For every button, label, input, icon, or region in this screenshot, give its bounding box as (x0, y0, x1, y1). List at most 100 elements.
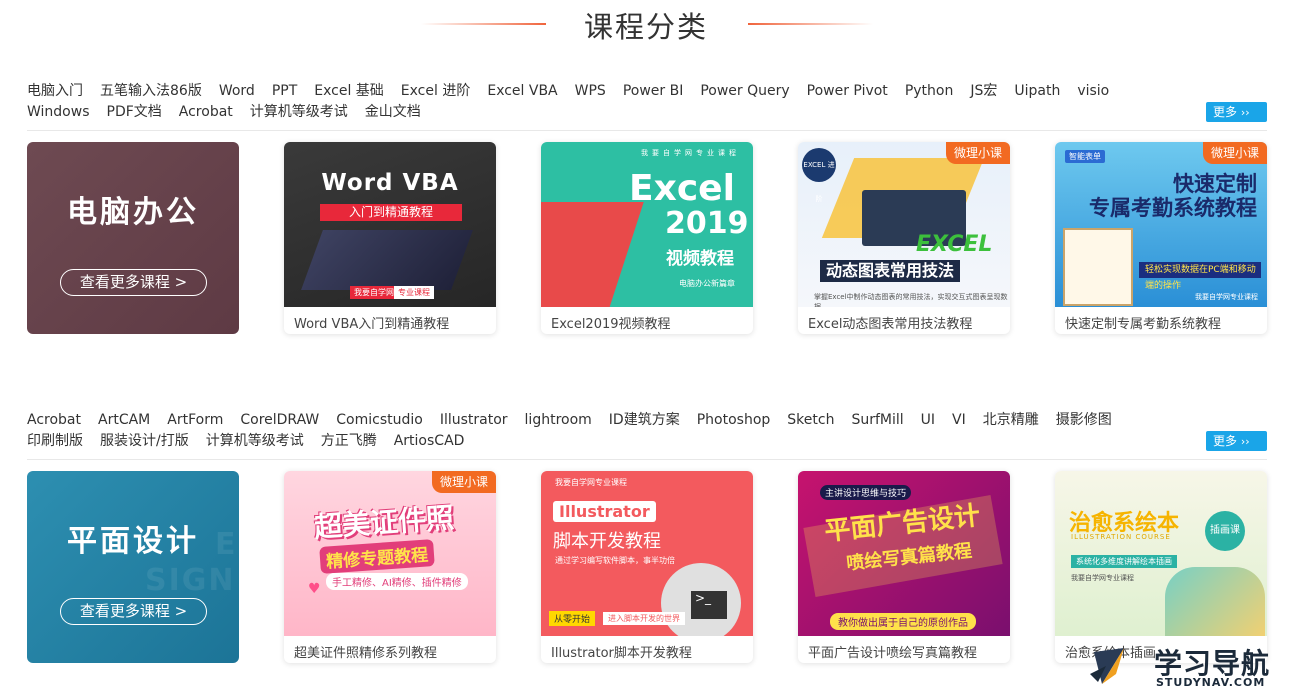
category-tag[interactable]: ArtForm (167, 412, 223, 428)
category-tag[interactable]: 摄影修图 (1056, 409, 1112, 429)
category-tag[interactable]: 服装设计/打版 (100, 430, 189, 450)
category-tag[interactable]: lightroom (525, 412, 592, 428)
thumb-footnote: 手工精修、AI精修、插件精修 (326, 573, 468, 590)
course-thumbnail[interactable]: 智能表单 快速定制 专属考勤系统教程 轻松实现数据在PC端和移动端的操作 我要自… (1055, 142, 1267, 307)
category-tag[interactable]: UI (921, 412, 935, 428)
thumb-footnote: 通过学习编写软件脚本，事半功倍 (555, 556, 675, 565)
course-title[interactable]: Word VBA入门到精通教程 (294, 313, 490, 332)
category-tag[interactable]: Photoshop (697, 412, 771, 428)
category-tag[interactable]: 北京精雕 (983, 409, 1039, 429)
category-tag[interactable]: JS宏 (970, 80, 997, 100)
course-title[interactable]: Excel2019视频教程 (551, 313, 747, 332)
more-button[interactable]: 更多 ›› (1206, 431, 1267, 451)
divider (27, 130, 1267, 131)
course-card[interactable]: 主讲设计思维与技巧 平面广告设计 喷绘写真篇教程 教你做出属于自己的原创作品 平… (798, 471, 1010, 663)
course-thumbnail[interactable]: 我要自学网专业课程 Excel 2019 视频教程 电脑办公新篇章 (541, 142, 753, 307)
course-card[interactable]: 超美证件照 精修专题教程 手工精修、AI精修、插件精修 ♥ 微理小课 超美证件照… (284, 471, 496, 663)
category-tag[interactable]: 方正飞腾 (321, 430, 377, 450)
thumb-year: 2019 (665, 206, 749, 241)
course-thumbnail[interactable]: 我要自学网专业课程 Illustrator 脚本开发教程 通过学习编写软件脚本，… (541, 471, 753, 636)
course-cards: 电脑办公 查看更多课程 > Word VBA 入门到精通教程 我要自学网 专业课… (27, 142, 1267, 334)
course-thumbnail[interactable]: 主讲设计思维与技巧 平面广告设计 喷绘写真篇教程 教你做出属于自己的原创作品 (798, 471, 1010, 636)
category-tag[interactable]: 计算机等级考试 (250, 101, 348, 121)
category-tag[interactable]: WPS (575, 83, 606, 99)
category-tag[interactable]: Word (219, 83, 255, 99)
tag-row-1: 电脑入门 五笔输入法86版 Word PPT Excel 基础 Excel 进阶 Excel… (27, 80, 1126, 100)
course-card[interactable]: 智能表单 快速定制 专属考勤系统教程 轻松实现数据在PC端和移动端的操作 我要自… (1055, 142, 1267, 334)
thumb-title: Illustrator (553, 501, 656, 522)
feature-title: 平面设计 (67, 524, 199, 559)
category-tag[interactable]: Uipath (1014, 83, 1060, 99)
category-tag[interactable]: 计算机等级考试 (206, 430, 304, 450)
view-more-courses-button[interactable]: 查看更多课程 > (60, 598, 207, 625)
thumb-title-2: 专属考勤系统教程 (1089, 196, 1257, 220)
thumb-footnote: 我要自学网专业课程 (1071, 574, 1134, 582)
double-chevron-right-icon: ›› (1240, 435, 1250, 448)
watermark-url: STUDYNAV.COM (1156, 676, 1266, 689)
course-thumbnail[interactable]: EXCEL 进阶 EXCEL 动态图表常用技法 掌握Excel中制作动态图表的常… (798, 142, 1010, 307)
category-tag[interactable]: Excel 进阶 (401, 80, 471, 100)
thumb-subtitle: 动态图表常用技法 (820, 260, 961, 282)
section-header: 课程分类 (0, 4, 1291, 44)
mini-course-badge: 微理小课 (1202, 142, 1267, 164)
course-card[interactable]: 我要自学网专业课程 Illustrator 脚本开发教程 通过学习编写软件脚本，… (541, 471, 753, 663)
tag-row-2: Windows PDF文档 Acrobat 计算机等级考试 金山文档 (27, 101, 438, 121)
category-tag[interactable]: Acrobat (179, 104, 233, 120)
category-tag[interactable]: Illustrator (440, 412, 508, 428)
title-decor-line-left (421, 23, 546, 25)
category-tag[interactable]: Windows (27, 104, 90, 120)
more-button-label: 更多 (1213, 105, 1238, 119)
page-title: 课程分类 (583, 10, 708, 44)
tag-row-2: 印刷制版 服装设计/打版 计算机等级考试 方正飞腾 ArtiosCAD (27, 430, 481, 450)
category-tag[interactable]: Power BI (623, 83, 684, 99)
category-tag[interactable]: ArtiosCAD (394, 433, 465, 449)
title-decor-line-right (748, 23, 873, 25)
feature-card-office[interactable]: 电脑办公 查看更多课程 > (27, 142, 239, 334)
course-card[interactable]: 治愈系绘本 插画课 ILLUSTRATION COURSE 系统化多维度讲解绘本… (1055, 471, 1267, 663)
thumb-subtitle: 视频教程 (666, 249, 734, 269)
thumb-footnote: 电脑办公新篇章 (679, 279, 735, 288)
view-more-courses-button[interactable]: 查看更多课程 > (60, 269, 207, 296)
course-card[interactable]: 我要自学网专业课程 Excel 2019 视频教程 电脑办公新篇章 Excel2… (541, 142, 753, 334)
thumb-footnote: 我要自学网专业课程 (1195, 293, 1258, 301)
course-title[interactable]: Illustrator脚本开发教程 (551, 642, 747, 661)
category-tag[interactable]: VI (952, 412, 966, 428)
thumb-subtitle: 系统化多维度讲解绘本插画 (1071, 555, 1177, 568)
category-tag[interactable]: visio (1077, 83, 1109, 99)
category-tag[interactable]: Comicstudio (336, 412, 423, 428)
category-tag[interactable]: SurfMill (851, 412, 903, 428)
category-tag[interactable]: PDF文档 (107, 101, 162, 121)
category-tag[interactable]: 五笔输入法86版 (100, 80, 202, 100)
course-title[interactable]: 超美证件照精修系列教程 (294, 642, 490, 661)
course-title[interactable]: 快速定制专属考勤系统教程 (1065, 313, 1261, 332)
thumb-footnote: 掌握Excel中制作动态图表的常用技法，实现交互式图表呈现数据 (814, 293, 1008, 307)
category-tag[interactable]: PPT (272, 83, 297, 99)
category-tag[interactable]: Python (905, 83, 954, 99)
course-title[interactable]: Excel动态图表常用技法教程 (808, 313, 1004, 332)
course-card[interactable]: EXCEL 进阶 EXCEL 动态图表常用技法 掌握Excel中制作动态图表的常… (798, 142, 1010, 334)
course-card[interactable]: Word VBA 入门到精通教程 我要自学网 专业课程 Word VBA入门到精… (284, 142, 496, 334)
course-thumbnail[interactable]: 超美证件照 精修专题教程 手工精修、AI精修、插件精修 ♥ (284, 471, 496, 636)
more-button[interactable]: 更多 ›› (1206, 102, 1267, 122)
course-title[interactable]: 平面广告设计喷绘写真篇教程 (808, 642, 1004, 661)
category-tag[interactable]: 印刷制版 (27, 430, 83, 450)
course-thumbnail[interactable]: 治愈系绘本 插画课 ILLUSTRATION COURSE 系统化多维度讲解绘本… (1055, 471, 1267, 636)
mini-course-badge: 微理小课 (431, 471, 496, 493)
divider (27, 459, 1267, 460)
thumb-title: EXCEL (916, 232, 993, 257)
category-tag[interactable]: 电脑入门 (27, 80, 83, 100)
category-tag[interactable]: Sketch (787, 412, 834, 428)
category-tag[interactable]: CorelDRAW (240, 412, 319, 428)
feature-title: 电脑办公 (67, 195, 199, 230)
category-tag[interactable]: ArtCAM (98, 412, 150, 428)
feature-card-design[interactable]: E SIGN 平面设计 查看更多课程 > (27, 471, 239, 663)
category-tag[interactable]: Power Query (700, 83, 789, 99)
category-tag[interactable]: Excel 基础 (314, 80, 384, 100)
category-tags: 电脑入门 五笔输入法86版 Word PPT Excel 基础 Excel 进阶 Excel… (27, 80, 1267, 124)
category-tag[interactable]: 金山文档 (365, 101, 421, 121)
category-tag[interactable]: Acrobat (27, 412, 81, 428)
course-thumbnail[interactable]: Word VBA 入门到精通教程 我要自学网 专业课程 (284, 142, 496, 307)
category-tag[interactable]: Excel VBA (487, 83, 557, 99)
category-tag[interactable]: Power Pivot (807, 83, 888, 99)
category-tag[interactable]: ID建筑方案 (609, 409, 680, 429)
